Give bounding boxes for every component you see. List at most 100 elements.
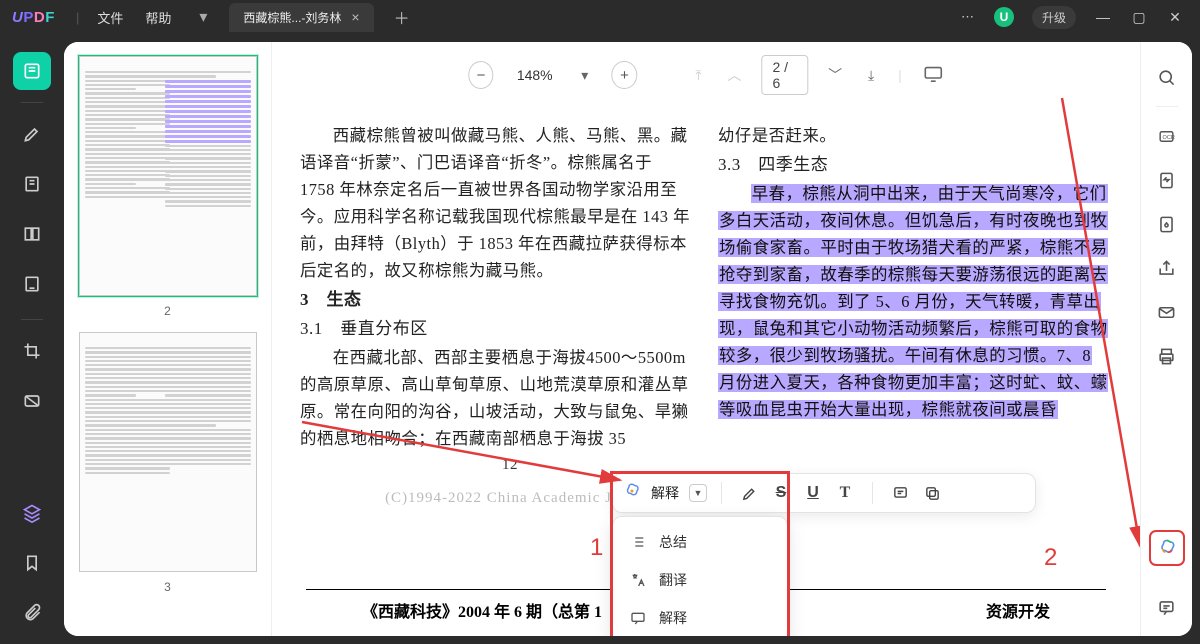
ai-dropdown-icon[interactable]: ▼: [689, 484, 707, 502]
tool-comment[interactable]: [13, 165, 51, 203]
tool-redact[interactable]: [13, 382, 51, 420]
menu-item-label: 翻译: [659, 570, 687, 590]
presentation-icon[interactable]: [924, 66, 944, 85]
list-icon: [629, 533, 647, 551]
document-tab[interactable]: 西藏棕熊...-刘务林 ×: [229, 3, 373, 32]
selection-toolbar: 解释 ▼ S U T: [612, 473, 1036, 513]
divider: |: [898, 67, 902, 83]
tab-bar: ▾ 西藏棕熊...-刘务林 × ＋: [189, 1, 417, 33]
tab-close-icon[interactable]: ×: [351, 9, 359, 25]
divider: [721, 482, 722, 504]
maximize-button[interactable]: ▢: [1130, 9, 1148, 26]
menu-file[interactable]: 文件: [97, 8, 123, 27]
divider: |: [76, 10, 79, 25]
prev-page-icon[interactable]: ︿: [725, 65, 743, 85]
comment-panel-icon[interactable]: [1152, 592, 1182, 622]
ai-context-menu: 总结 翻译 解释: [612, 516, 788, 636]
minimize-button[interactable]: —: [1094, 9, 1112, 25]
note-tool-icon[interactable]: [887, 480, 913, 506]
divider: [872, 482, 873, 504]
divider: [21, 102, 43, 103]
first-page-icon[interactable]: ⤒: [689, 65, 707, 85]
copy-tool-icon[interactable]: [919, 480, 945, 506]
zoom-dropdown-icon[interactable]: ▾: [576, 65, 594, 85]
page-current: 2: [772, 59, 780, 75]
last-page-icon[interactable]: ⤓: [862, 65, 880, 85]
email-icon[interactable]: [1152, 297, 1182, 327]
tool-highlighter[interactable]: [13, 115, 51, 153]
title-bar: UPDF | 文件 帮助 ▾ 西藏棕熊...-刘务林 × ＋ ⋯ U 升级 — …: [0, 0, 1200, 34]
menu-bar: 文件 帮助: [85, 8, 171, 27]
tab-title: 西藏棕熊...-刘务林: [243, 9, 341, 26]
share-icon[interactable]: [1152, 253, 1182, 283]
subsection-heading: 3.3 四季生态: [718, 151, 1108, 178]
tool-layers[interactable]: [13, 494, 51, 532]
menu-help[interactable]: 帮助: [145, 8, 171, 27]
annotation-number-1: 1: [590, 534, 603, 562]
translate-icon: [629, 571, 647, 589]
app-logo: UPDF: [0, 9, 70, 26]
tool-attachment[interactable]: [13, 594, 51, 632]
window-controls: ⋯ U 升级 — ▢ ✕: [961, 6, 1200, 29]
upgrade-button[interactable]: 升级: [1032, 6, 1076, 29]
ai-assistant-button[interactable]: [1149, 530, 1185, 566]
thumbnail-label: 2: [74, 304, 261, 318]
thumbnail-page-2[interactable]: [79, 56, 257, 296]
divider: [21, 319, 43, 320]
convert-icon[interactable]: [1152, 165, 1182, 195]
paragraph: 在西藏北部、西部主要栖息于海拔4500～5500m 的高原草原、高山草甸草原、山…: [300, 344, 690, 452]
underline-tool-icon[interactable]: U: [800, 480, 826, 506]
paragraph: 西藏棕熊曾被叫做藏马熊、人熊、马熊、黑。藏语译音“折蒙”、门巴语译音“折冬”。棕…: [300, 122, 690, 284]
workspace: 2: [64, 42, 1192, 636]
thumbnail-page-3[interactable]: [79, 332, 257, 572]
highlighted-paragraph: 早春，棕熊从洞中出来，由于天气尚寒冷，它们多白天活动，夜间休息。但饥急后，有时夜…: [718, 180, 1108, 423]
print-icon[interactable]: [1152, 341, 1182, 371]
highlight-tool-icon[interactable]: [736, 480, 762, 506]
footer-publication: 《西藏科技》2004 年 6 期（总第 1: [362, 598, 602, 622]
menu-item-label: 解释: [659, 608, 687, 628]
tool-bookmark[interactable]: [13, 544, 51, 582]
page-indicator[interactable]: 2 / 6: [761, 55, 808, 95]
close-button[interactable]: ✕: [1166, 9, 1184, 26]
ai-menu-summary[interactable]: 总结: [613, 523, 787, 561]
right-toolbar: OCR: [1140, 42, 1192, 636]
subsection-heading: 3.1 垂直分布区: [300, 315, 690, 342]
tab-dropdown-icon[interactable]: ▾: [189, 3, 217, 31]
svg-text:OCR: OCR: [1163, 134, 1175, 140]
tool-edit-page[interactable]: [13, 215, 51, 253]
zoom-in-button[interactable]: +: [612, 61, 637, 89]
ai-explain-label[interactable]: 解释: [651, 483, 679, 503]
text-tool-icon[interactable]: T: [832, 480, 858, 506]
thumbnail-panel: 2: [64, 42, 272, 636]
next-page-icon[interactable]: ﹀: [826, 65, 844, 85]
user-avatar[interactable]: U: [994, 7, 1014, 27]
thumbnail-label: 3: [74, 580, 261, 594]
left-toolbar: [0, 34, 64, 644]
footer-section-label: 资源开发: [986, 598, 1050, 622]
annotation-number-2: 2: [1044, 544, 1057, 572]
tool-crop[interactable]: [13, 332, 51, 370]
ocr-icon[interactable]: OCR: [1152, 121, 1182, 151]
document-toolbar: − 148% ▾ + ⤒ ︿ 2 / 6 ﹀ ⤓ |: [468, 55, 943, 95]
ai-menu-explain[interactable]: 解释: [613, 599, 787, 636]
menu-item-label: 总结: [659, 532, 687, 552]
tool-reader[interactable]: [13, 52, 51, 90]
highlighted-text: 早春，棕熊从洞中出来，由于天气尚寒冷，它们多白天活动，夜间休息。但饥急后，有时夜…: [718, 184, 1108, 419]
zoom-level[interactable]: 148%: [512, 67, 558, 83]
search-icon[interactable]: [1152, 62, 1182, 92]
page-sep: /: [784, 59, 788, 75]
paragraph: 幼仔是否赶来。: [718, 122, 1108, 149]
ai-menu-translate[interactable]: 翻译: [613, 561, 787, 599]
document-area: − 148% ▾ + ⤒ ︿ 2 / 6 ﹀ ⤓ |: [272, 42, 1140, 636]
tool-fill[interactable]: [13, 265, 51, 303]
protect-icon[interactable]: [1152, 209, 1182, 239]
chat-icon: [629, 609, 647, 627]
app-body: 2: [0, 34, 1200, 644]
more-icon[interactable]: ⋯: [961, 9, 976, 25]
new-tab-button[interactable]: ＋: [386, 1, 418, 33]
zoom-out-button[interactable]: −: [468, 61, 493, 89]
page-total: 6: [772, 75, 780, 91]
strikethrough-tool-icon[interactable]: S: [768, 480, 794, 506]
divider: [1156, 106, 1178, 107]
section-heading: 3 生态: [300, 286, 690, 313]
